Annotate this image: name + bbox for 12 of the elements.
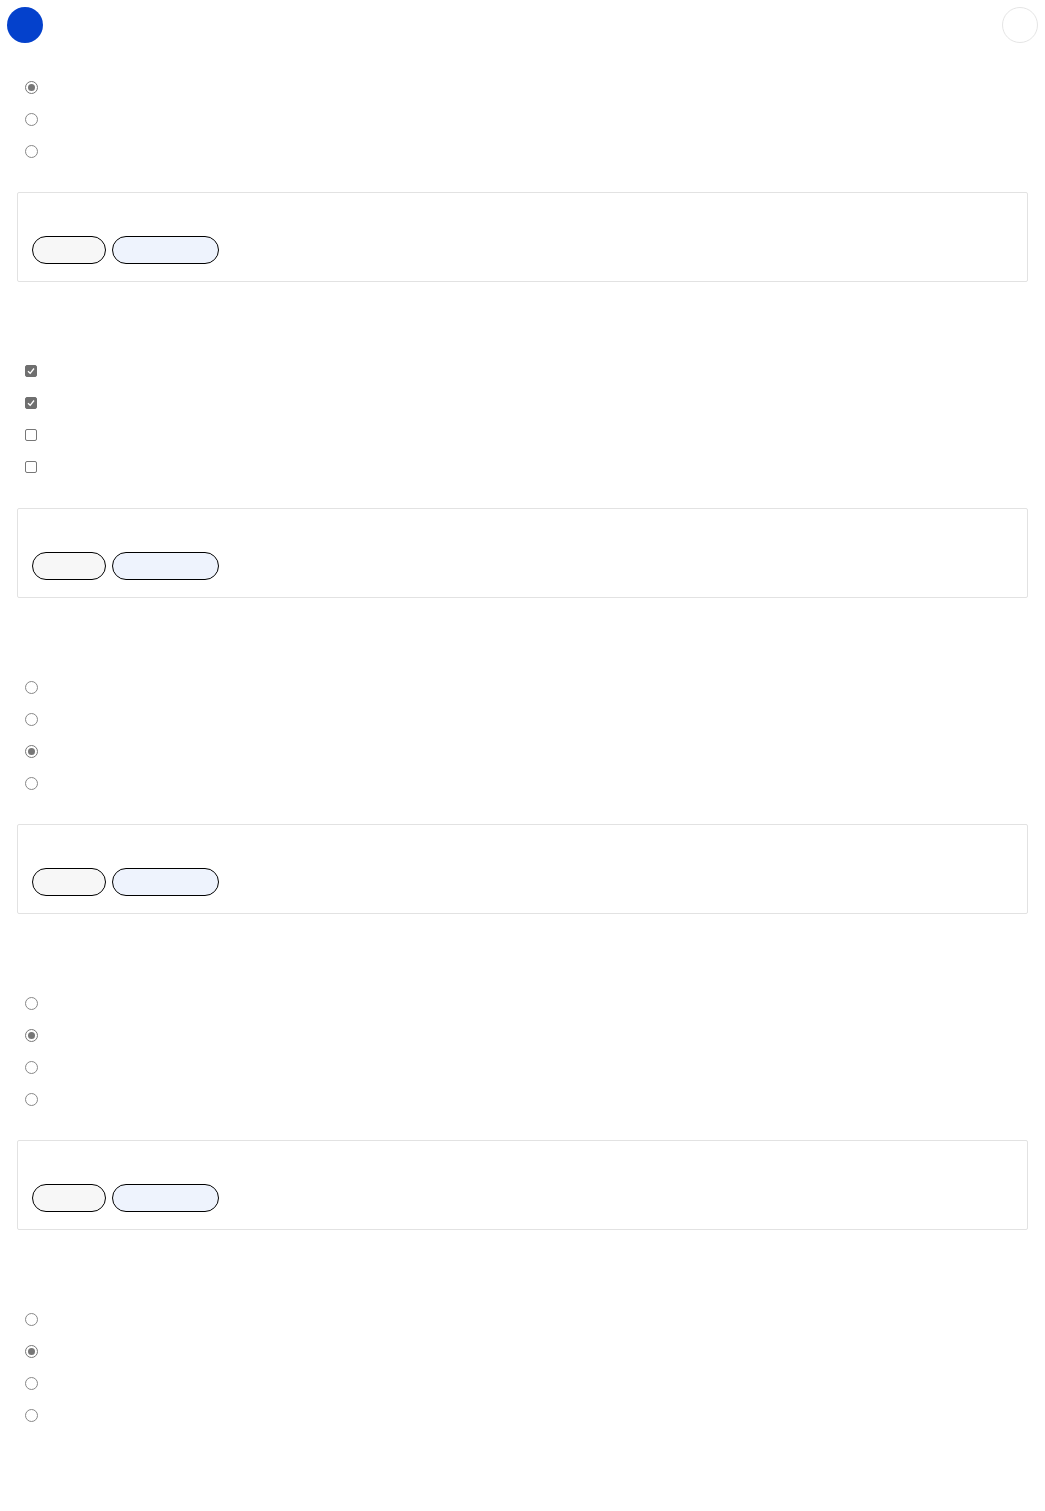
checkbox[interactable] [25,365,37,377]
pill-button[interactable] [112,868,219,896]
pill-button[interactable] [32,1184,106,1212]
pill-button[interactable] [112,236,219,264]
pill-button[interactable] [112,1184,219,1212]
checkbox[interactable] [25,461,37,473]
pill-button[interactable] [112,552,219,580]
checkbox[interactable] [25,397,37,409]
pill-button[interactable] [32,236,106,264]
checkbox[interactable] [25,429,37,441]
pill-button[interactable] [32,868,106,896]
pill-button[interactable] [32,552,106,580]
